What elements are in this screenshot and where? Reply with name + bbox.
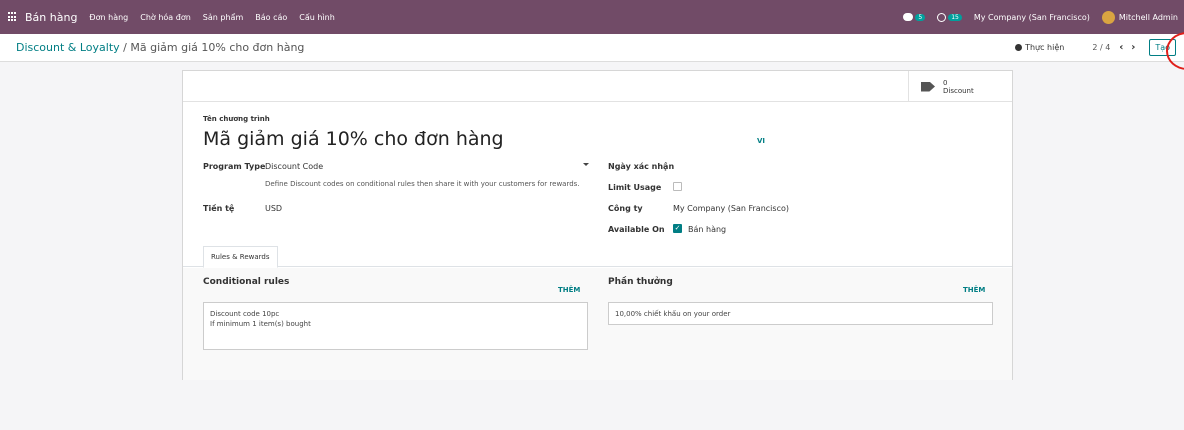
rule-line-2: If minimum 1 item(s) bought bbox=[210, 320, 311, 328]
program-name-label: Tên chương trình bbox=[203, 115, 270, 123]
gear-icon[interactable] bbox=[1015, 44, 1023, 51]
program-type-dropdown-icon[interactable] bbox=[583, 163, 589, 166]
add-reward-button[interactable]: THÊM bbox=[963, 286, 985, 294]
limit-usage-label: Limit Usage bbox=[608, 183, 662, 192]
pager-value[interactable]: 2 / 4 bbox=[1092, 43, 1110, 52]
language-button[interactable]: VI bbox=[757, 137, 765, 145]
validity-label: Ngày xác nhận bbox=[608, 162, 675, 171]
menu-item-orders[interactable]: Đơn hàng bbox=[89, 13, 128, 22]
program-type-hint: Define Discount codes on conditional rul… bbox=[265, 180, 580, 188]
navbar-systray: 5 15 My Company (San Francisco) Mitchell… bbox=[903, 10, 1184, 24]
action-menu-button[interactable]: Thực hiện bbox=[1025, 43, 1064, 52]
menu-item-products[interactable]: Sản phẩm bbox=[203, 13, 243, 22]
program-type-select[interactable]: Discount Code bbox=[265, 162, 323, 171]
tab-rules-rewards[interactable]: Rules & Rewards bbox=[203, 246, 278, 268]
main-menu: Đơn hàng Chờ hóa đơn Sản phẩm Báo cáo Cấ… bbox=[89, 13, 346, 22]
company-switcher[interactable]: My Company (San Francisco) bbox=[974, 13, 1090, 22]
reward-card[interactable]: 10,00% chiết khấu on your order bbox=[608, 302, 993, 325]
breadcrumb-current: Mã giảm giá 10% cho đơn hàng bbox=[130, 41, 305, 54]
apps-menu-icon[interactable] bbox=[8, 12, 18, 22]
tab-content: Conditional rules THÊM Discount code 10p… bbox=[183, 268, 1012, 380]
activity-clock-icon[interactable] bbox=[937, 12, 947, 22]
breadcrumb-separator: / bbox=[119, 41, 131, 54]
menu-item-to-invoice[interactable]: Chờ hóa đơn bbox=[140, 13, 191, 22]
currency-field[interactable]: USD bbox=[265, 204, 282, 213]
company-label: Công ty bbox=[608, 204, 643, 213]
program-name-field[interactable]: Mã giảm giá 10% cho đơn hàng bbox=[203, 128, 504, 150]
top-navbar: Bán hàng Đơn hàng Chờ hóa đơn Sản phẩm B… bbox=[0, 0, 1184, 34]
app-name[interactable]: Bán hàng bbox=[25, 11, 77, 24]
company-field[interactable]: My Company (San Francisco) bbox=[673, 204, 789, 213]
notebook-tabs: Rules & Rewards bbox=[183, 243, 1012, 268]
conditional-rules-title: Conditional rules bbox=[203, 277, 290, 287]
conditional-rule-card[interactable]: Discount code 10pc If minimum 1 item(s) … bbox=[203, 302, 588, 350]
user-menu[interactable]: Mitchell Admin bbox=[1119, 13, 1178, 22]
add-rule-button[interactable]: THÊM bbox=[558, 286, 580, 294]
program-type-label: Program Type bbox=[203, 162, 266, 171]
discount-smart-button[interactable]: 0 Discount bbox=[908, 71, 1012, 102]
chat-count-badge: 5 bbox=[915, 13, 926, 21]
currency-label: Tiền tệ bbox=[203, 204, 235, 213]
discount-label: Discount bbox=[943, 86, 974, 95]
pager-next-icon[interactable]: › bbox=[1127, 42, 1139, 53]
form-sheet: 0 Discount Tên chương trình Mã giảm giá … bbox=[182, 70, 1013, 380]
menu-item-configuration[interactable]: Cấu hình bbox=[299, 13, 335, 22]
tag-icon bbox=[921, 81, 935, 92]
smart-button-box: 0 Discount bbox=[183, 71, 1012, 102]
breadcrumb: Discount & Loyalty / Mã giảm giá 10% cho… bbox=[16, 41, 304, 54]
activity-count-badge: 15 bbox=[948, 13, 962, 21]
rewards-title: Phần thưởng bbox=[608, 277, 673, 287]
pager-previous-icon[interactable]: ‹ bbox=[1115, 42, 1127, 53]
chat-icon[interactable] bbox=[903, 13, 914, 21]
rule-line-1: Discount code 10pc bbox=[210, 310, 280, 318]
available-on-value: Bán hàng bbox=[688, 225, 727, 234]
limit-usage-checkbox[interactable] bbox=[673, 182, 682, 191]
control-panel: Discount & Loyalty / Mã giảm giá 10% cho… bbox=[0, 34, 1184, 62]
discount-count: 0 bbox=[943, 78, 948, 87]
user-avatar[interactable] bbox=[1101, 10, 1115, 24]
available-on-checkbox[interactable]: ✓ bbox=[673, 224, 682, 233]
available-on-label: Available On bbox=[608, 225, 665, 234]
breadcrumb-parent[interactable]: Discount & Loyalty bbox=[16, 41, 120, 54]
reward-line-1: 10,00% chiết khấu on your order bbox=[615, 310, 731, 318]
menu-item-reporting[interactable]: Báo cáo bbox=[255, 13, 287, 22]
control-actions: Thực hiện 2 / 4 ‹ › Tạo bbox=[1015, 39, 1184, 56]
